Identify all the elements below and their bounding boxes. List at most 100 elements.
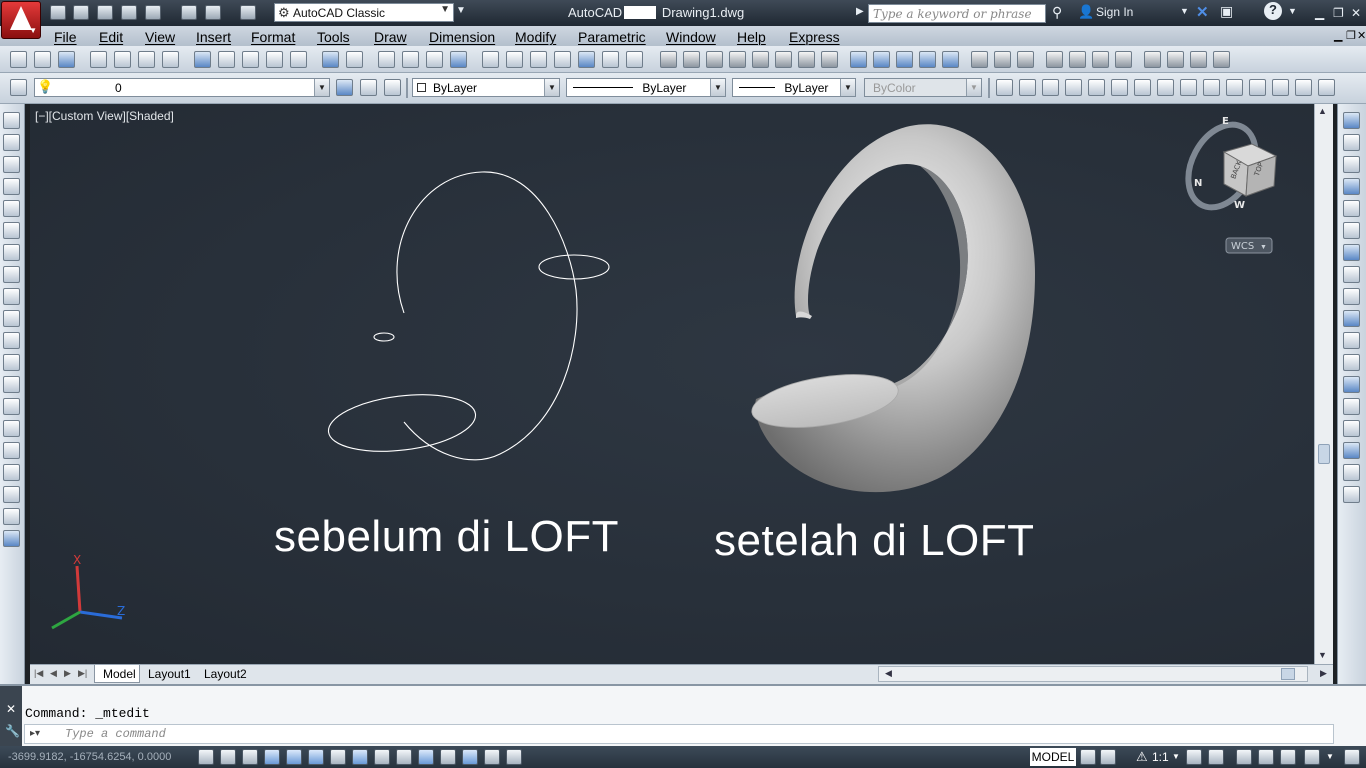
redo-icon[interactable] (346, 51, 363, 68)
explode-icon[interactable] (1343, 486, 1360, 503)
scale-icon[interactable] (1343, 266, 1360, 283)
layer-previous-icon[interactable] (360, 79, 377, 96)
dimension-space-icon[interactable] (1249, 79, 1266, 96)
open-icon[interactable] (34, 51, 51, 68)
3d-rotate-icon[interactable] (1069, 51, 1086, 68)
ellipse-arc-icon[interactable] (3, 332, 20, 349)
tab-layout2[interactable]: Layout2 (204, 667, 247, 681)
pyramid-icon[interactable] (798, 51, 815, 68)
open-file-icon[interactable] (73, 5, 89, 20)
break-at-point-icon[interactable] (1343, 354, 1360, 371)
radius-icon[interactable] (1088, 79, 1105, 96)
zoom-previous-icon[interactable] (450, 51, 467, 68)
viewcube[interactable]: BACK TOP N E W (1175, 113, 1278, 219)
layer-dropdown[interactable]: 💡 0 ▼ (34, 78, 330, 97)
undo-icon[interactable] (322, 51, 339, 68)
help-icon[interactable]: ? (1264, 2, 1282, 20)
point-icon[interactable] (3, 398, 20, 415)
circle-icon[interactable] (3, 244, 20, 261)
rectangle-icon[interactable] (3, 200, 20, 217)
tolerance-icon[interactable] (1295, 79, 1312, 96)
revolve-icon[interactable] (919, 51, 936, 68)
spline-icon[interactable] (3, 288, 20, 305)
menu-file[interactable]: File (54, 29, 77, 45)
menu-format[interactable]: Format (251, 29, 295, 45)
arc-icon[interactable] (3, 222, 20, 239)
snap-mode-icon[interactable] (220, 749, 236, 765)
layer-properties-icon[interactable] (10, 79, 27, 96)
chamfer-icon[interactable] (1343, 420, 1360, 437)
close-window-button[interactable]: ✕ (1351, 6, 1361, 20)
cylinder-icon[interactable] (683, 51, 700, 68)
keyword-search-input[interactable]: Type a keyword or phrase (868, 4, 1046, 23)
add-selected-icon[interactable] (3, 530, 20, 547)
dimension-break-icon[interactable] (1272, 79, 1289, 96)
markup-icon[interactable] (578, 51, 595, 68)
new-file-icon[interactable] (50, 5, 66, 20)
customize-wrench-icon[interactable]: 🔧 (5, 724, 20, 738)
isolate-objects-lightbulb-icon[interactable] (1304, 749, 1320, 765)
properties-icon[interactable] (482, 51, 499, 68)
polyline-icon[interactable] (3, 156, 20, 173)
zoom-window-icon[interactable] (426, 51, 443, 68)
blend-curves-icon[interactable] (1343, 464, 1360, 481)
plot-preview-icon[interactable] (114, 51, 131, 68)
clean-screen-icon[interactable] (1344, 749, 1360, 765)
annotation-scale[interactable]: 1:1 (1152, 750, 1169, 764)
join-icon[interactable] (1343, 398, 1360, 415)
toolbar-b-icon[interactable] (1167, 51, 1184, 68)
exchange-icon[interactable]: ✕ (1196, 3, 1209, 21)
hscroll-thumb[interactable] (1281, 668, 1295, 680)
transparency-toggle-icon[interactable] (440, 749, 456, 765)
wcs-menu-button[interactable]: WCS ▼ (1225, 237, 1273, 254)
expand-search-icon[interactable]: ▶ (856, 6, 864, 17)
cone-icon[interactable] (729, 51, 746, 68)
help-toolbar-icon[interactable] (626, 51, 643, 68)
color-dropdown[interactable]: ByLayer ▼ (412, 78, 560, 97)
move-icon[interactable] (1343, 222, 1360, 239)
arc-length-icon[interactable] (1042, 79, 1059, 96)
array-icon[interactable] (1343, 200, 1360, 217)
paste-icon[interactable] (242, 51, 259, 68)
sheet-set-icon[interactable] (554, 51, 571, 68)
layer-state-icon[interactable] (384, 79, 401, 96)
menu-help[interactable]: Help (737, 29, 766, 45)
tool-palettes-icon[interactable] (530, 51, 547, 68)
toolbar-c-icon[interactable] (1190, 51, 1207, 68)
linetype-dropdown[interactable]: ByLayer ▼ (566, 78, 726, 97)
toolbar-a-icon[interactable] (1144, 51, 1161, 68)
wedge-icon[interactable] (706, 51, 723, 68)
make-block-icon[interactable] (3, 376, 20, 393)
mirror-icon[interactable] (1343, 156, 1360, 173)
table-icon[interactable] (3, 486, 20, 503)
dynamic-ucs-icon[interactable] (374, 749, 390, 765)
quickcalc-icon[interactable] (602, 51, 619, 68)
match-properties-icon[interactable] (266, 51, 283, 68)
planar-surface-icon[interactable] (821, 51, 838, 68)
cut-icon[interactable] (194, 51, 211, 68)
grid-display-icon[interactable] (242, 749, 258, 765)
menu-restore-icon[interactable]: ❐ (1346, 29, 1356, 42)
3d-move-icon[interactable] (1046, 51, 1063, 68)
aligned-dimension-icon[interactable] (1019, 79, 1036, 96)
region-icon[interactable] (3, 464, 20, 481)
extend-icon[interactable] (1343, 332, 1360, 349)
undo-icon[interactable] (205, 5, 221, 20)
minimize-window-button[interactable]: ▁ (1315, 6, 1324, 20)
dynamic-input-icon[interactable] (396, 749, 412, 765)
command-prompt-icon[interactable]: ▸▾ (30, 728, 40, 739)
chevron-down-icon[interactable]: ▼ (1172, 752, 1180, 761)
pan-icon[interactable] (378, 51, 395, 68)
gradient-icon[interactable] (3, 442, 20, 459)
last-tab-icon[interactable]: ▶| (78, 668, 87, 679)
presspull-icon[interactable] (873, 51, 890, 68)
model-space-button[interactable]: MODEL (1030, 748, 1076, 766)
baseline-icon[interactable] (1203, 79, 1220, 96)
plot-icon[interactable] (181, 5, 197, 20)
selection-cycling-icon[interactable] (484, 749, 500, 765)
union-icon[interactable] (971, 51, 988, 68)
binoculars-search-icon[interactable]: ⚲ (1052, 4, 1062, 21)
menu-express[interactable]: Express (789, 29, 840, 45)
linear-dimension-icon[interactable] (996, 79, 1013, 96)
application-menu-button[interactable]: ▼ (1, 1, 41, 39)
